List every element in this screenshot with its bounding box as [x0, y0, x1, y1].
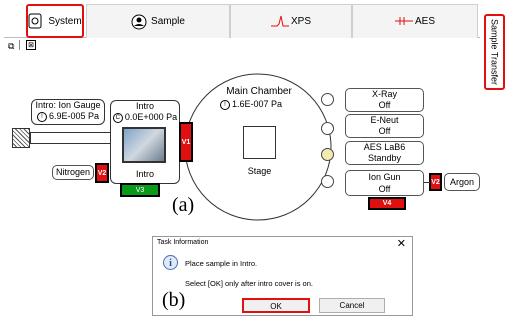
- tab-sample-label: Sample: [151, 16, 185, 27]
- tab-xps-label: XPS: [290, 16, 311, 27]
- tab-system-label: System: [48, 15, 82, 27]
- tab-system[interactable]: System: [26, 4, 84, 38]
- aes-lab6-button[interactable]: AES LaB6 Standby: [345, 141, 424, 165]
- intro-camera-view[interactable]: [122, 127, 166, 163]
- cancel-button[interactable]: Cancel: [319, 298, 385, 313]
- figure-label-b: (b): [162, 289, 186, 311]
- intro-gauge-box: Intro: Ion Gauge ! 6.9E-005 Pa: [31, 99, 105, 125]
- tab-aes[interactable]: AES: [352, 4, 478, 38]
- aes-lab6-state: Standby: [367, 153, 402, 163]
- toolbar-divider: [19, 40, 20, 50]
- intro-chamber[interactable]: Intro C 0.0E+000 Pa Intro: [110, 100, 180, 184]
- gauge-icon: !: [220, 99, 230, 110]
- aes-lab6-name: AES LaB6: [363, 142, 406, 152]
- eneut-status-lamp: [321, 122, 334, 135]
- close-icon[interactable]: ✕: [397, 237, 406, 250]
- ion-gun-state: Off: [378, 184, 391, 194]
- stage-box[interactable]: [243, 126, 276, 159]
- transfer-rod-handle: [12, 128, 30, 148]
- sample-transfer-tab[interactable]: Sample Transfer: [484, 14, 505, 90]
- intro-gauge-pressure: ! 6.9E-005 Pa: [32, 111, 104, 122]
- stage-label: Stage: [247, 166, 272, 176]
- intro-gauge-title: Intro: Ion Gauge: [35, 100, 101, 110]
- eneut-name: E-Neut: [370, 115, 399, 125]
- window-icon[interactable]: ⧉: [8, 41, 14, 52]
- ion-gun-status-lamp: [321, 175, 334, 188]
- task-information-dialog: Task Information ✕ i Place sample in Int…: [152, 236, 413, 316]
- aes-icon: [394, 14, 413, 30]
- intro-gauge-value: 6.9E-005 Pa: [48, 111, 100, 121]
- main-chamber-pressure-value: 1.6E-007 Pa: [232, 99, 283, 109]
- valve-v1[interactable]: V1: [179, 122, 193, 162]
- intro-pressure: C 0.0E+000 Pa: [111, 112, 179, 123]
- transfer-rod: [30, 132, 112, 144]
- intro-pressure-value: 0.0E+000 Pa: [124, 112, 178, 122]
- figure-label-a: (a): [172, 194, 195, 216]
- ion-gun-name: Ion Gun: [368, 172, 401, 182]
- xray-name: X-Ray: [371, 89, 397, 99]
- system-icon: [28, 13, 42, 29]
- valve-v2-right[interactable]: V2: [429, 173, 442, 191]
- valve-v3[interactable]: V3: [120, 183, 160, 197]
- ion-gun-button[interactable]: Ion Gun Off: [345, 170, 424, 196]
- tab-sample[interactable]: Sample: [86, 4, 230, 38]
- sample-icon: [131, 14, 147, 30]
- tab-xps[interactable]: XPS: [230, 4, 352, 38]
- dialog-note: Select [OK] only after intro cover is on…: [185, 279, 313, 288]
- intro-title: Intro: [135, 101, 154, 111]
- ion-gun-gas-line: [424, 182, 430, 183]
- xray-state: Off: [378, 100, 391, 110]
- dialog-message: Place sample in Intro.: [185, 259, 258, 268]
- tab-aes-label: AES: [414, 16, 435, 27]
- image-icon[interactable]: ⊠: [26, 40, 36, 50]
- gauge-icon: C: [112, 112, 123, 123]
- eneut-button[interactable]: E-Neut Off: [345, 114, 424, 138]
- xps-icon: [270, 14, 289, 30]
- info-icon: i: [163, 255, 178, 270]
- main-chamber-title: Main Chamber: [226, 86, 292, 97]
- valve-v2-left[interactable]: V2: [95, 163, 109, 183]
- aes-lab6-status-lamp: [321, 148, 334, 161]
- nitrogen-button[interactable]: Nitrogen: [52, 165, 94, 180]
- gauge-icon: !: [36, 111, 47, 122]
- argon-button[interactable]: Argon: [444, 173, 480, 191]
- intro-footer: Intro: [135, 169, 154, 179]
- valve-v4[interactable]: V4: [368, 197, 406, 210]
- dialog-title: Task Information: [157, 239, 209, 246]
- xray-button[interactable]: X-Ray Off: [345, 88, 424, 112]
- xray-status-lamp: [321, 93, 334, 106]
- main-chamber-pressure: ! 1.6E-007 Pa: [220, 99, 304, 110]
- eneut-state: Off: [378, 126, 391, 136]
- ok-button[interactable]: OK: [242, 298, 310, 313]
